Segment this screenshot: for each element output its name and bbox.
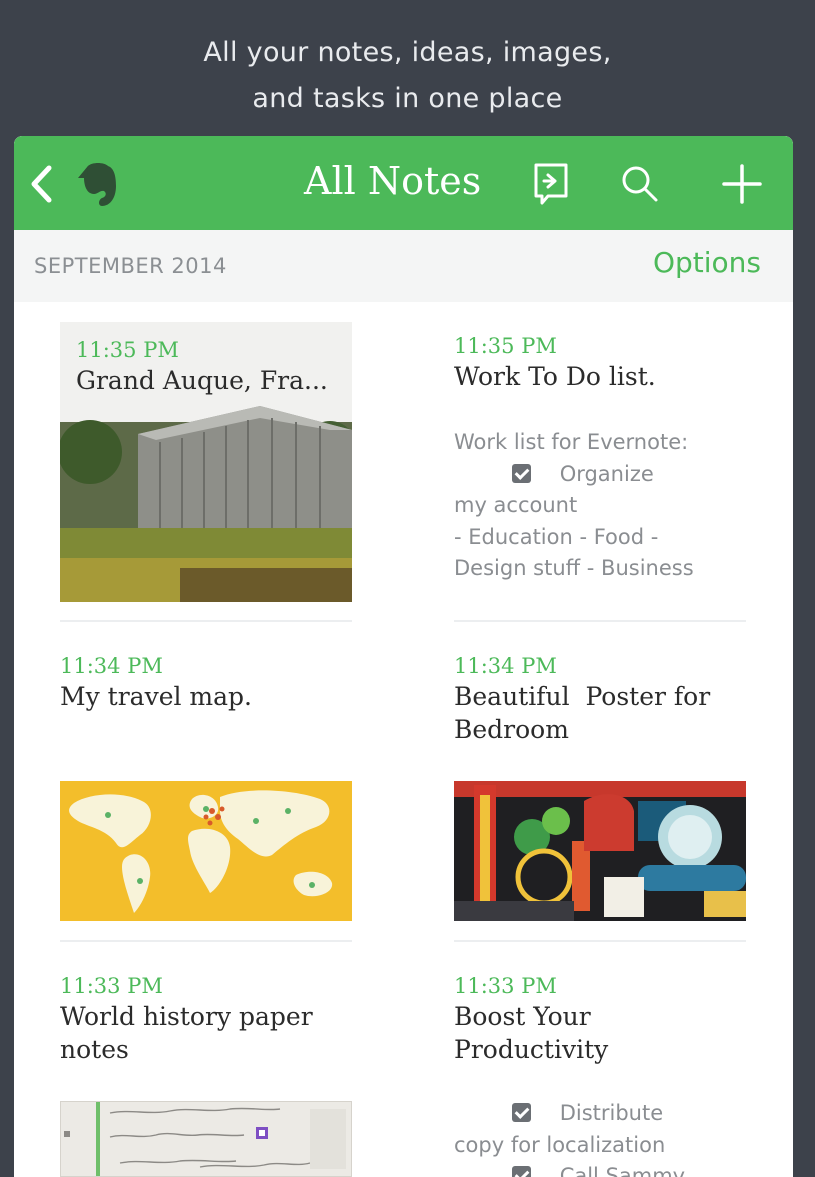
note-snippet-line: Design stuff - Business bbox=[454, 556, 694, 580]
page-title: All Notes bbox=[304, 159, 482, 203]
note-time: 11:35 PM bbox=[76, 338, 179, 362]
note-card-poster[interactable]: 11:34 PM Beautiful Poster for Bedroom bbox=[454, 652, 746, 746]
world-map-thumbnail bbox=[60, 781, 352, 921]
checkbox-checked-icon[interactable] bbox=[512, 1103, 531, 1122]
handwritten-notes-thumbnail bbox=[60, 1101, 352, 1177]
note-snippet-text: Distribute bbox=[559, 1101, 664, 1125]
work-chat-icon[interactable] bbox=[532, 162, 572, 206]
note-divider bbox=[60, 940, 352, 942]
section-date: SEPTEMBER 2014 bbox=[34, 254, 227, 278]
note-divider bbox=[454, 940, 746, 942]
note-snippet: Distribute copy for localization Call Sa… bbox=[454, 1098, 746, 1177]
note-snippet-text: Call Sammy bbox=[559, 1164, 686, 1177]
note-title-line-1: Boost Your bbox=[454, 1002, 591, 1031]
note-title: My travel map. bbox=[60, 682, 252, 711]
back-chevron-icon[interactable] bbox=[28, 164, 54, 204]
evernote-elephant-icon[interactable] bbox=[76, 160, 120, 208]
note-time: 11:33 PM bbox=[454, 974, 557, 998]
note-title-line-2: notes bbox=[60, 1035, 129, 1064]
note-divider bbox=[60, 620, 352, 622]
note-snippet-line: Organize bbox=[454, 459, 746, 491]
note-time: 11:33 PM bbox=[60, 974, 163, 998]
note-time: 11:35 PM bbox=[454, 334, 557, 358]
search-icon[interactable] bbox=[620, 164, 660, 204]
note-title-line-2: Productivity bbox=[454, 1035, 609, 1064]
note-divider bbox=[454, 620, 746, 622]
note-card-work-to-do[interactable]: 11:35 PM Work To Do list. Work list for … bbox=[454, 332, 746, 585]
note-time: 11:34 PM bbox=[60, 654, 163, 678]
note-snippet-text: Organize bbox=[559, 461, 654, 486]
checkbox-checked-icon[interactable] bbox=[512, 1166, 531, 1177]
checkbox-checked-icon[interactable] bbox=[512, 463, 531, 483]
note-snippet-line: copy for localization bbox=[454, 1132, 666, 1157]
add-icon[interactable] bbox=[722, 164, 762, 204]
note-title-line-2: Bedroom bbox=[454, 715, 569, 744]
note-snippet-line: my account bbox=[454, 493, 578, 517]
phone-screen: All Notes SEPTEMBER 2014 Options 11:35 P… bbox=[14, 136, 793, 1177]
tagline-line-2: and tasks in one place bbox=[252, 83, 563, 114]
note-snippet: Work list for Evernote: Organize my acco… bbox=[454, 427, 746, 585]
note-title: Work To Do list. bbox=[454, 362, 656, 391]
note-card-productivity[interactable]: 11:33 PM Boost Your Productivity Distrib… bbox=[454, 972, 746, 1177]
london-poster-thumbnail bbox=[454, 781, 746, 921]
note-title: Grand Auque, Fra... bbox=[76, 366, 328, 395]
note-card-world-history[interactable]: 11:33 PM World history paper notes bbox=[60, 972, 352, 1066]
note-snippet-line: - Education - Food - bbox=[454, 524, 659, 549]
note-title-line-1: World history paper bbox=[60, 1002, 313, 1031]
note-time: 11:34 PM bbox=[454, 654, 557, 678]
note-snippet-line: Distribute bbox=[454, 1098, 746, 1130]
nav-bar: All Notes bbox=[14, 136, 793, 230]
options-button[interactable]: Options bbox=[653, 246, 761, 279]
tagline: All your notes, ideas, images, and tasks… bbox=[0, 30, 815, 122]
note-card-grand-auque[interactable]: 11:35 PM Grand Auque, Fra... bbox=[60, 322, 352, 602]
note-card-travel-map[interactable]: 11:34 PM My travel map. bbox=[60, 652, 352, 713]
note-snippet-line: Call Sammy bbox=[454, 1161, 746, 1177]
tagline-line-1: All your notes, ideas, images, bbox=[203, 37, 612, 68]
note-title-line-1: Beautiful Poster for bbox=[454, 682, 711, 711]
note-snippet-line: Work list for Evernote: bbox=[454, 430, 689, 454]
section-header: SEPTEMBER 2014 Options bbox=[14, 230, 793, 302]
